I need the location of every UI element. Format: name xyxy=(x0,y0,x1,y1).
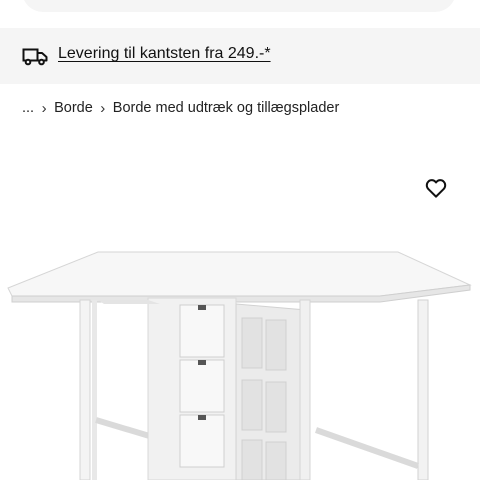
delivery-banner[interactable]: Levering til kantsten fra 249.-* xyxy=(0,28,480,84)
chevron-right-icon: › xyxy=(41,99,47,117)
heart-outline-icon xyxy=(425,179,447,198)
favorite-button[interactable] xyxy=(422,174,450,202)
product-image[interactable] xyxy=(0,240,480,480)
breadcrumb-item-borde-med-udtraek[interactable]: Borde med udtræk og tillægsplader xyxy=(113,100,339,116)
delivery-link[interactable]: Levering til kantsten fra 249.-* xyxy=(58,45,271,63)
breadcrumb-item-borde[interactable]: Borde xyxy=(54,100,93,116)
breadcrumb: ... › Borde › Borde med udtræk og tillæg… xyxy=(22,98,339,118)
search-input[interactable] xyxy=(22,0,456,12)
search-area xyxy=(0,0,480,18)
breadcrumb-ellipsis[interactable]: ... xyxy=(22,100,34,116)
truck-icon xyxy=(22,48,48,66)
chevron-right-icon: › xyxy=(100,99,106,117)
